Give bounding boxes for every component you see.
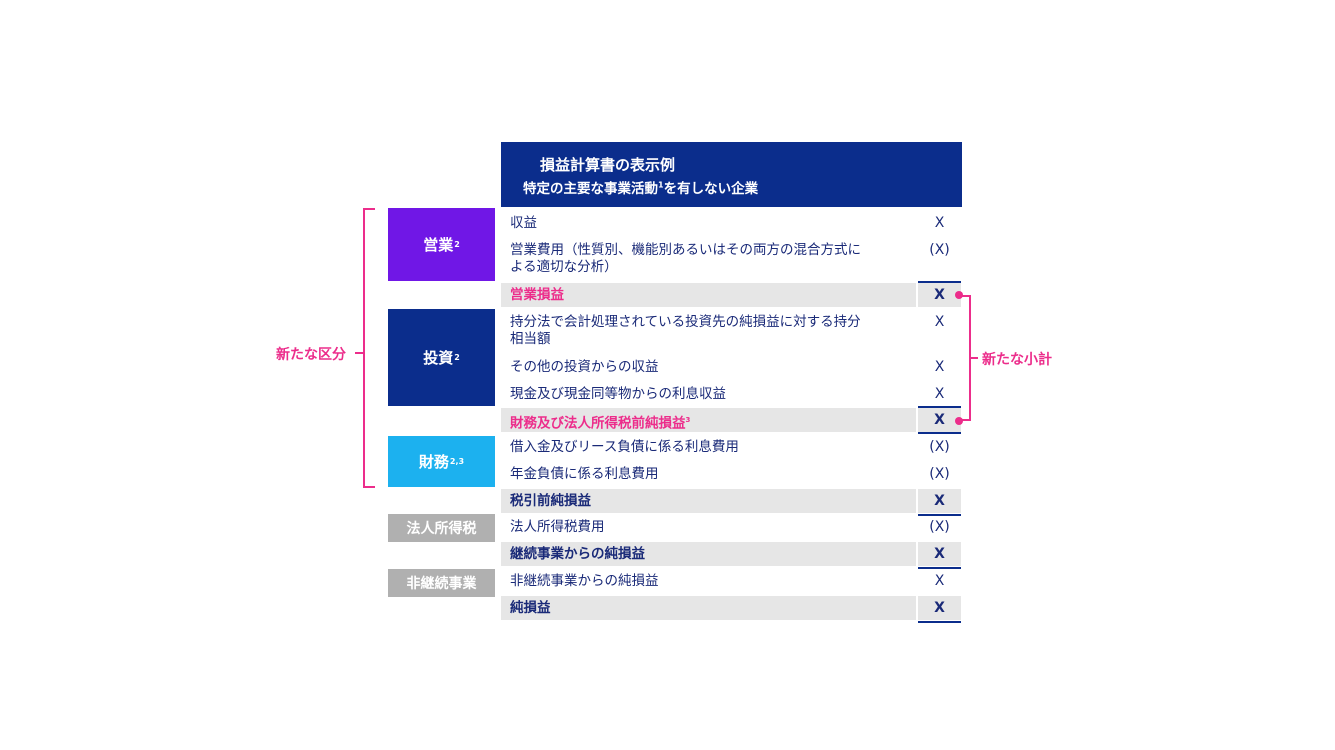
row-value: X bbox=[934, 546, 945, 562]
total-line bbox=[918, 567, 961, 569]
total-line bbox=[918, 514, 961, 516]
row-value: X bbox=[934, 215, 945, 231]
bracket-tick bbox=[355, 352, 364, 354]
footnote-marker: 2,3 bbox=[449, 457, 465, 466]
new-categories-bracket bbox=[363, 208, 375, 488]
category-discontinued: 非継続事業 bbox=[388, 569, 495, 597]
row-label-borrowing-interest: 借入金及びリース負債に係る利息費用 bbox=[510, 439, 739, 455]
row-label-revenue: 収益 bbox=[510, 215, 537, 231]
row-label-profit-before-financing-tax: 財務及び法人所得税前純損益3 bbox=[510, 412, 690, 433]
category-financing: 財務 2,3 bbox=[388, 436, 495, 487]
row-value: (X) bbox=[929, 439, 950, 455]
category-label: 財務 bbox=[418, 453, 449, 471]
subtotal-marker-dot bbox=[955, 291, 963, 299]
label-text: 財務及び法人所得税前純損益 bbox=[510, 415, 686, 432]
subtotal-row-bg bbox=[501, 596, 916, 620]
row-value: X bbox=[934, 493, 945, 509]
row-value: (X) bbox=[929, 242, 950, 258]
statement-subtitle: 特定の主要な事業活動1を有しない企業 bbox=[523, 177, 759, 198]
bracket-tick bbox=[970, 357, 978, 359]
footnote-marker: 2 bbox=[454, 353, 460, 362]
label-line: 相当額 bbox=[510, 331, 551, 347]
category-operating: 営業 2 bbox=[388, 208, 495, 281]
total-line bbox=[918, 406, 961, 408]
category-income-tax: 法人所得税 bbox=[388, 514, 495, 542]
row-label-net-profit: 純損益 bbox=[510, 600, 551, 616]
label-line: 持分法で会計処理されている投資先の純損益に対する持分 bbox=[510, 314, 861, 330]
row-label-discontinued-profit: 非継続事業からの純損益 bbox=[510, 573, 659, 589]
total-line bbox=[918, 621, 961, 623]
total-line bbox=[918, 432, 961, 434]
row-label-equity-method: 持分法で会計処理されている投資先の純損益に対する持分 相当額 bbox=[510, 314, 861, 348]
statement-header: 損益計算書の表示例 特定の主要な事業活動1を有しない企業 bbox=[501, 142, 962, 207]
label-line: よる適切な分析） bbox=[510, 259, 618, 275]
category-label: 法人所得税 bbox=[406, 521, 477, 537]
row-label-profit-before-tax: 税引前純損益 bbox=[510, 493, 591, 509]
row-label-operating-profit: 営業損益 bbox=[510, 287, 564, 303]
row-value: X bbox=[934, 359, 945, 375]
new-subtotals-label: 新たな小計 bbox=[982, 352, 1052, 368]
row-label-interest-income: 現金及び現金同等物からの利息収益 bbox=[510, 386, 726, 402]
footnote-marker: 2 bbox=[454, 240, 460, 249]
category-label: 営業 bbox=[423, 236, 454, 254]
row-value: X bbox=[934, 600, 945, 616]
new-categories-label: 新たな区分 bbox=[276, 347, 346, 363]
label-line: 営業費用（性質別、機能別あるいはその両方の混合方式に bbox=[510, 242, 861, 258]
row-label-other-investment-income: その他の投資からの収益 bbox=[510, 359, 659, 375]
total-line bbox=[918, 281, 961, 283]
footnote-marker: 3 bbox=[685, 416, 691, 424]
row-label-continuing-profit: 継続事業からの純損益 bbox=[510, 546, 645, 562]
subtotal-marker-dot bbox=[955, 417, 963, 425]
subtitle-text: 特定の主要な事業活動 bbox=[523, 181, 658, 197]
row-label-income-tax-expense: 法人所得税費用 bbox=[510, 519, 605, 535]
subtitle-text-end: を有しない企業 bbox=[663, 181, 759, 197]
category-investing: 投資 2 bbox=[388, 309, 495, 406]
statement-title: 損益計算書の表示例 bbox=[540, 156, 676, 174]
row-value: (X) bbox=[929, 519, 950, 535]
row-value: (X) bbox=[929, 466, 950, 482]
category-label: 投資 bbox=[423, 349, 454, 367]
row-value: X bbox=[934, 314, 945, 330]
category-label: 非継続事業 bbox=[406, 576, 477, 592]
row-label-operating-expenses: 営業費用（性質別、機能別あるいはその両方の混合方式に よる適切な分析） bbox=[510, 242, 861, 276]
row-value: X bbox=[934, 573, 945, 589]
row-label-pension-interest: 年金負債に係る利息費用 bbox=[510, 466, 659, 482]
row-value: X bbox=[934, 386, 945, 402]
